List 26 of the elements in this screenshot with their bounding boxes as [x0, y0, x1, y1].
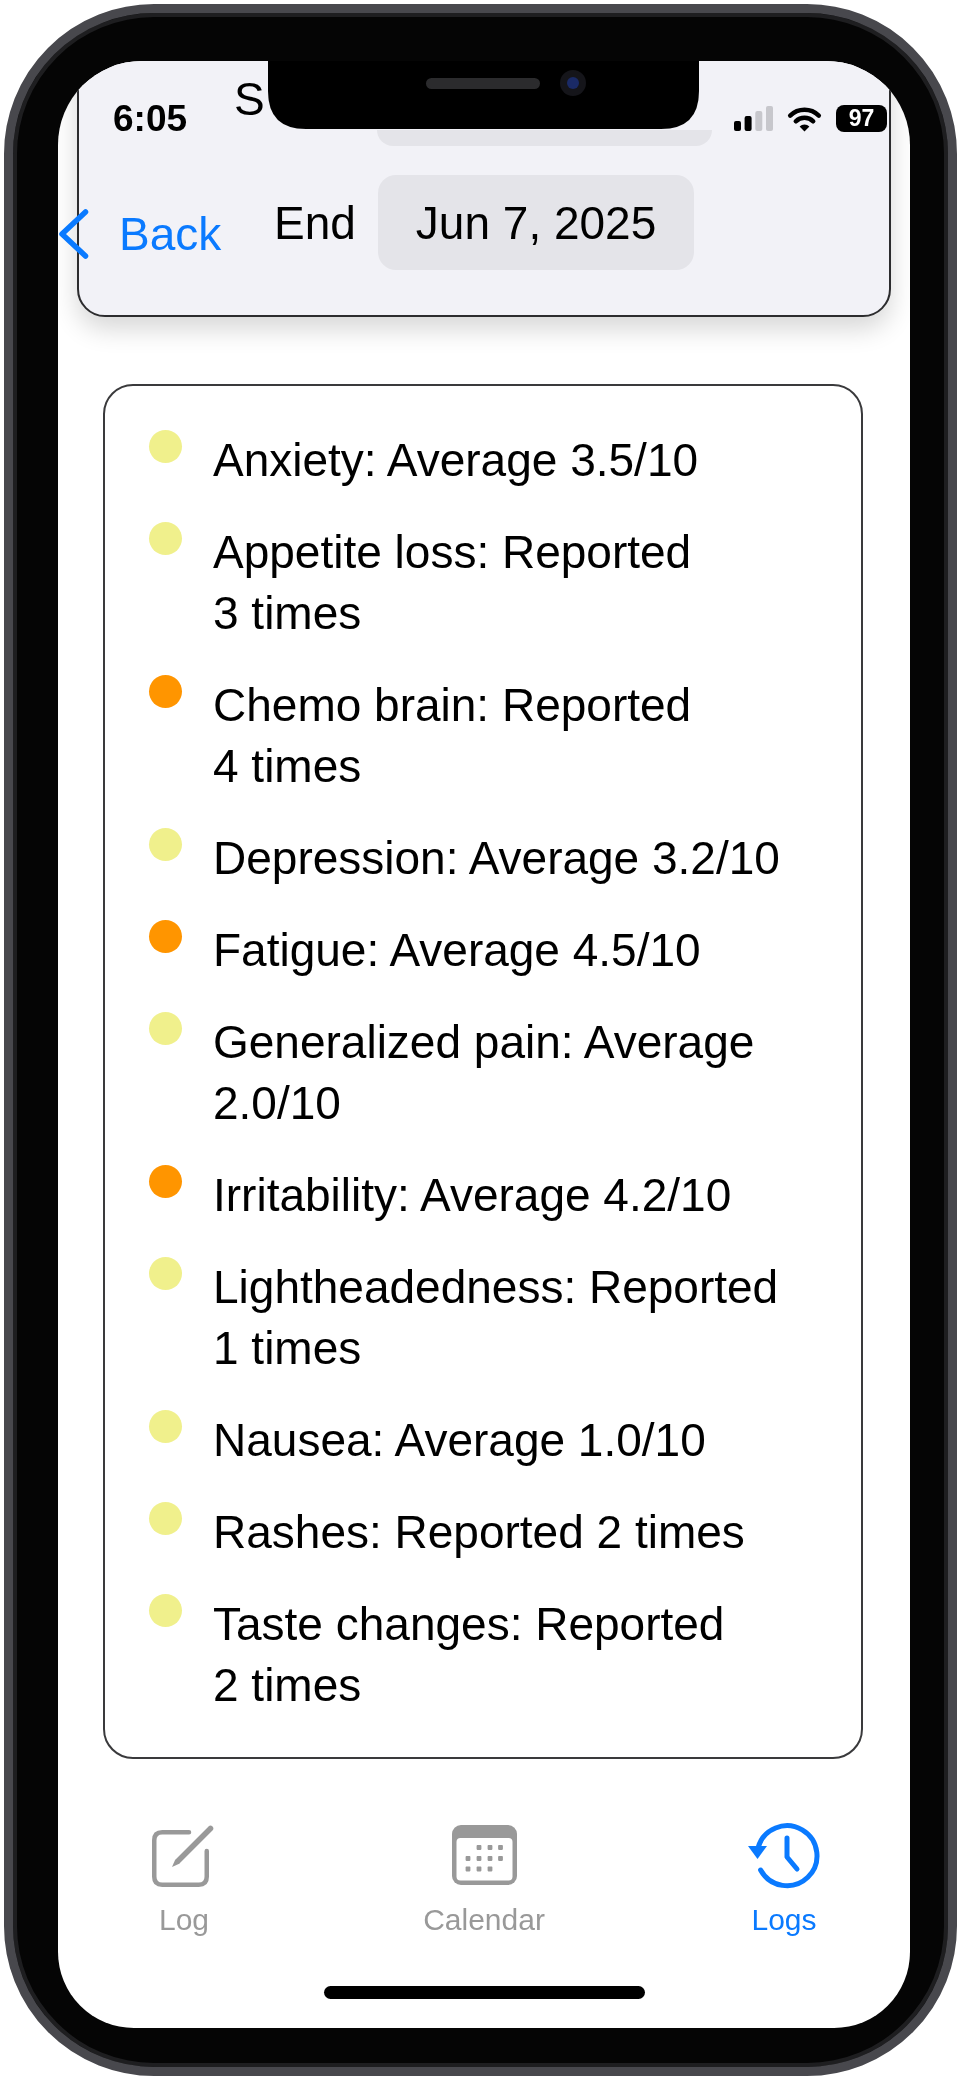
- battery-indicator: 97: [836, 105, 887, 132]
- symptom-text: Taste changes: Reported 2 times: [213, 1597, 726, 1713]
- symptom-text: Anxiety: Average 3.5/10: [213, 433, 700, 488]
- symptom-text: Rashes: Reported 2 times: [213, 1505, 746, 1560]
- date-label: End: [274, 195, 356, 251]
- signal-bars-icon: [734, 106, 773, 131]
- tab-bar-item[interactable]: Calendar: [364, 1822, 604, 1938]
- tab-bar-item[interactable]: Logs: [664, 1822, 904, 1938]
- symptom-text: Depression: Average 3.2/10: [213, 831, 781, 886]
- date-field[interactable]: Jun 7, 2025: [377, 175, 695, 270]
- date-label: S: [234, 71, 265, 127]
- back-button[interactable]: Back: [58, 204, 222, 264]
- symptom-text: Chemo brain: Reported 4 times: [213, 678, 693, 794]
- calendar-icon: [451, 1825, 517, 1885]
- date-field[interactable]: [376, 130, 712, 146]
- symptom-text: Lightheadedness: Reported 1 times: [213, 1260, 780, 1376]
- wifi-icon: [787, 105, 822, 132]
- status-time: 6:05: [113, 98, 188, 139]
- chevron-left-icon: [58, 209, 89, 259]
- symptom-text: Generalized pain: Average 2.0/10: [213, 1015, 756, 1131]
- clock-arrow-icon: [748, 1820, 820, 1890]
- symptom-text: Appetite loss: Reported 3 times: [213, 525, 693, 641]
- symptom-text: Fatigue: Average 4.5/10: [213, 923, 702, 978]
- tab-bar-item[interactable]: Log: [64, 1822, 304, 1938]
- symptom-text: Irritability: Average 4.2/10: [213, 1168, 733, 1223]
- symptom-text: Nausea: Average 1.0/10: [213, 1413, 707, 1468]
